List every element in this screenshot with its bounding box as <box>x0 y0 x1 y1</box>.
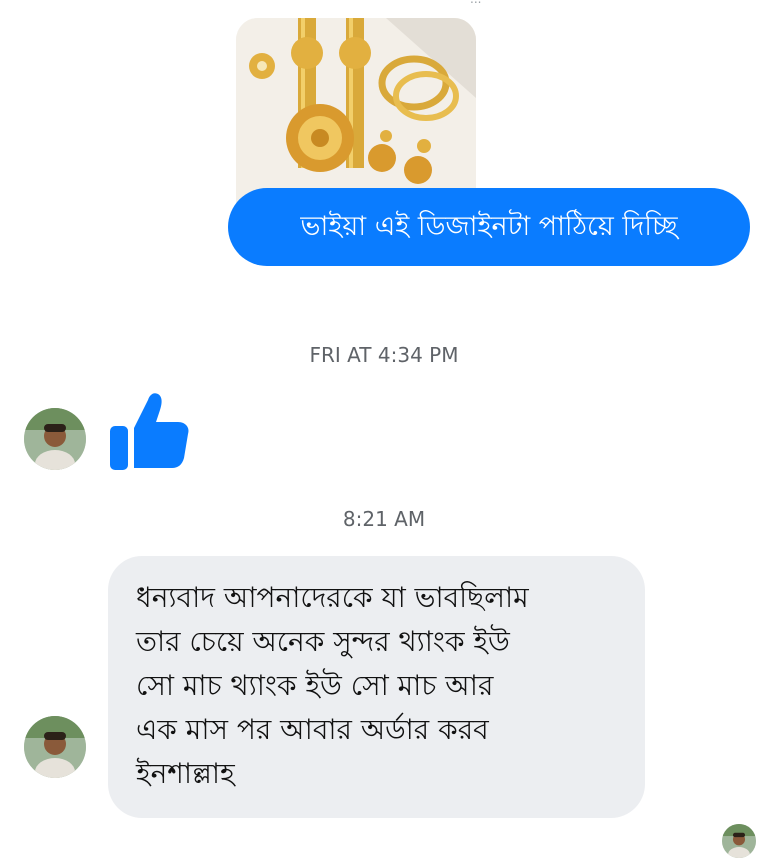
incoming-message-line: ইনশাল্লাহ <box>136 757 235 790</box>
timestamp-today: 8:21 AM <box>342 507 426 531</box>
top-partial-text: ... <box>470 0 730 6</box>
thumbs-up-icon <box>108 388 190 474</box>
outgoing-message-bubble[interactable]: ভাইয়া এই ডিজাইনটা পাঠিয়ে দিচ্ছি <box>228 188 750 266</box>
avatar[interactable] <box>24 408 86 470</box>
read-receipt-avatar <box>722 824 756 858</box>
outgoing-message-text: ভাইয়া এই ডিজাইনটা পাঠিয়ে দিচ্ছি <box>300 211 678 242</box>
incoming-message-line: সো মাচ থ্যাংক ইউ সো মাচ আর <box>136 669 494 702</box>
incoming-message-line: তার চেয়ে অনেক সুন্দর থ্যাংক ইউ <box>136 625 510 658</box>
profile-photo-icon <box>24 716 86 778</box>
incoming-message-bubble[interactable]: ধন্যবাদ আপনাদেরকে যা ভাবছিলাম তার চেয়ে … <box>108 556 645 818</box>
incoming-message-line: ধন্যবাদ আপনাদেরকে যা ভাবছিলাম <box>136 581 529 614</box>
timestamp-fri: FRI AT 4:34 PM <box>309 343 459 367</box>
profile-photo-icon <box>722 824 756 858</box>
avatar[interactable] <box>24 716 86 778</box>
outgoing-photo[interactable] <box>236 18 476 213</box>
jewelry-photo <box>236 18 476 213</box>
profile-photo-icon <box>24 408 86 470</box>
incoming-message-line: এক মাস পর আবার অর্ডার করব <box>136 713 489 746</box>
